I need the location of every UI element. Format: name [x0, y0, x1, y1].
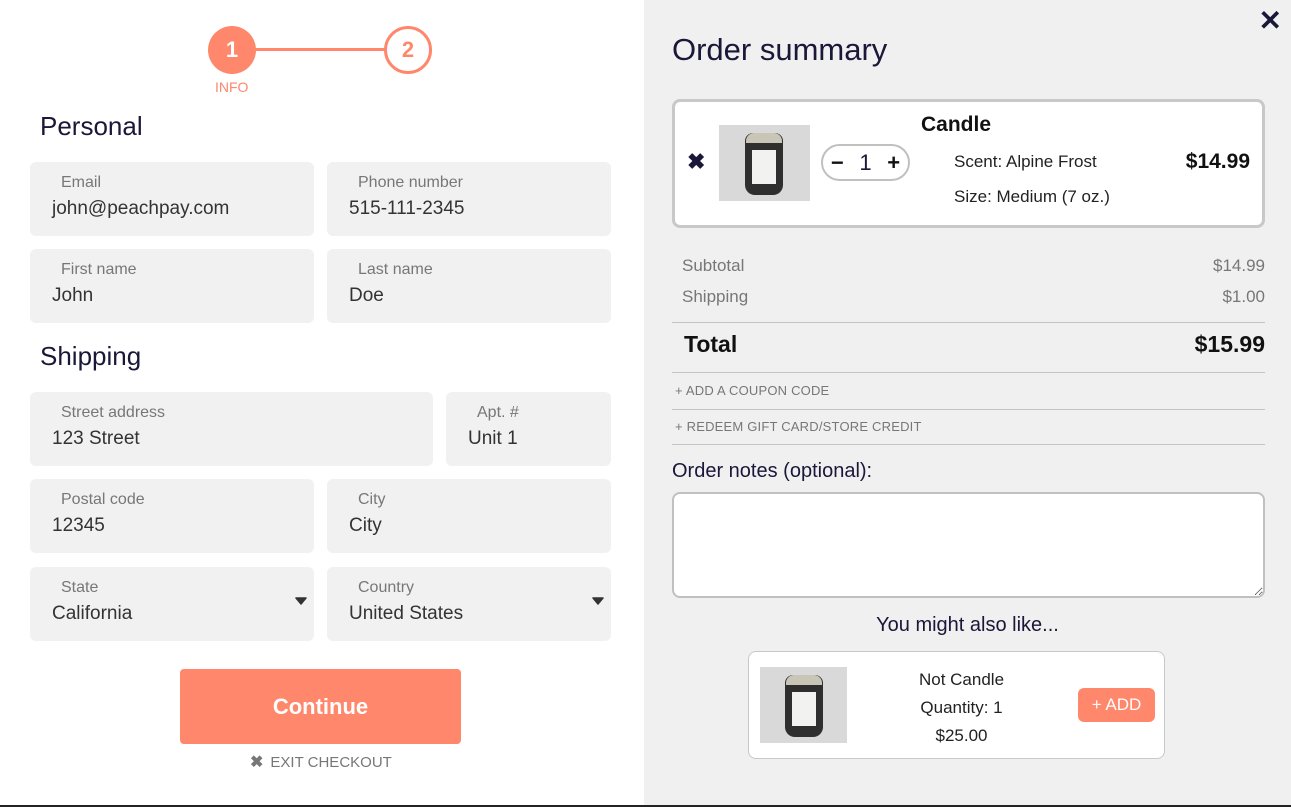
- order-notes-input[interactable]: [672, 492, 1265, 598]
- order-summary-title: Order summary: [672, 32, 888, 67]
- continue-button[interactable]: Continue: [180, 669, 461, 744]
- state-label: State: [61, 579, 99, 596]
- step-1-indicator[interactable]: 1: [208, 26, 256, 74]
- shipping-section-title: Shipping: [40, 341, 142, 371]
- exit-checkout-label: EXIT CHECKOUT: [270, 753, 392, 771]
- upsell-item: Not Candle Quantity: 1 $25.00 + ADD: [748, 651, 1165, 759]
- phone-value[interactable]: 515-111-2345: [349, 198, 465, 220]
- postal-code-value[interactable]: 12345: [52, 515, 105, 537]
- subtotal-row: Subtotal $14.99: [682, 256, 1265, 276]
- street-address-field[interactable]: Street address 123 Street: [30, 392, 433, 466]
- email-label: Email: [61, 174, 102, 191]
- item-size: Size: Medium (7 oz.): [954, 187, 1110, 206]
- total-value: $15.99: [1194, 331, 1265, 357]
- last-name-label: Last name: [358, 261, 433, 278]
- subtotal-label: Subtotal: [682, 256, 745, 275]
- upsell-price: $25.00: [935, 726, 988, 745]
- street-address-value[interactable]: 123 Street: [52, 428, 140, 450]
- phone-label: Phone number: [358, 174, 463, 191]
- shipping-row: Shipping $1.00: [682, 287, 1265, 307]
- country-select[interactable]: Country United States: [327, 567, 611, 641]
- email-field[interactable]: Email john@peachpay.com: [30, 162, 314, 236]
- caret-down-icon[interactable]: [592, 597, 604, 605]
- total-label: Total: [684, 331, 738, 357]
- quantity-value[interactable]: 1: [859, 150, 871, 176]
- close-icon: ✖: [250, 754, 264, 771]
- last-name-field[interactable]: Last name Doe: [327, 249, 611, 323]
- upsell-info: Not Candle Quantity: 1 $25.00: [889, 666, 1034, 750]
- postal-code-field[interactable]: Postal code 12345: [30, 479, 314, 553]
- add-coupon-link[interactable]: + ADD A COUPON CODE: [675, 383, 829, 398]
- candle-label-graphic: [792, 692, 816, 726]
- product-image: [719, 125, 810, 201]
- shipping-label: Shipping: [682, 287, 749, 306]
- email-value[interactable]: john@peachpay.com: [52, 198, 229, 220]
- country-value[interactable]: United States: [349, 603, 463, 625]
- close-icon[interactable]: ✕: [1259, 7, 1282, 35]
- divider: [672, 444, 1265, 445]
- item-price: $14.99: [1185, 150, 1250, 173]
- last-name-value[interactable]: Doe: [349, 285, 384, 307]
- subtotal-value: $14.99: [1213, 256, 1265, 275]
- upsell-quantity: Quantity: 1: [920, 698, 1003, 717]
- divider: [672, 372, 1265, 373]
- progress-stepper: 1 2 INFO: [208, 26, 433, 96]
- order-notes-label: Order notes (optional):: [672, 460, 873, 482]
- city-value[interactable]: City: [349, 515, 382, 537]
- redeem-gift-card-link[interactable]: + REDEEM GIFT CARD/STORE CREDIT: [675, 419, 922, 434]
- item-scent: Scent: Alpine Frost: [954, 152, 1097, 171]
- upsell-title: You might also like...: [876, 614, 1059, 636]
- first-name-field[interactable]: First name John: [30, 249, 314, 323]
- upsell-product-image: [760, 667, 847, 743]
- street-address-label: Street address: [61, 404, 166, 421]
- decrement-button[interactable]: −: [831, 150, 844, 176]
- apt-field[interactable]: Apt. # Unit 1: [446, 392, 611, 466]
- candle-wax-graphic: [786, 675, 822, 685]
- add-upsell-button[interactable]: + ADD: [1078, 688, 1155, 722]
- city-field[interactable]: City City: [327, 479, 611, 553]
- first-name-label: First name: [61, 261, 137, 278]
- total-row: Total $15.99: [684, 331, 1265, 358]
- phone-field[interactable]: Phone number 515-111-2345: [327, 162, 611, 236]
- exit-checkout-link[interactable]: ✖ EXIT CHECKOUT: [250, 752, 392, 772]
- quantity-stepper: − 1 +: [821, 144, 910, 181]
- step-2-number: 2: [401, 37, 415, 62]
- remove-item-icon[interactable]: ✖: [687, 149, 705, 175]
- order-summary-pane: ✕ Order summary ✖ − 1 + Candle Scent: Al…: [644, 0, 1291, 805]
- candle-label-graphic: [752, 150, 776, 184]
- item-name: Candle: [921, 113, 992, 136]
- apt-value[interactable]: Unit 1: [468, 428, 518, 450]
- shipping-value: $1.00: [1222, 287, 1265, 306]
- postal-code-label: Postal code: [61, 491, 145, 508]
- state-select[interactable]: State California: [30, 567, 314, 641]
- divider: [672, 322, 1265, 323]
- caret-down-icon[interactable]: [295, 597, 307, 605]
- step-1-number: 1: [225, 37, 239, 62]
- city-label: City: [358, 491, 386, 508]
- candle-wax-graphic: [746, 133, 782, 143]
- upsell-name: Not Candle: [918, 670, 1005, 689]
- divider: [672, 409, 1265, 410]
- state-value[interactable]: California: [52, 603, 132, 625]
- checkout-form-pane: 1 2 INFO Personal Email john@peachpay.co…: [0, 0, 644, 805]
- step-2-indicator[interactable]: 2: [384, 26, 432, 74]
- step-1-label: INFO: [215, 79, 249, 95]
- first-name-value[interactable]: John: [52, 285, 93, 307]
- stepper-connector: [254, 48, 388, 51]
- country-label: Country: [358, 579, 415, 596]
- apt-label: Apt. #: [477, 404, 519, 421]
- personal-section-title: Personal: [40, 111, 143, 141]
- cart-item: ✖ − 1 + Candle Scent: Alpine Frost Size:…: [672, 99, 1265, 228]
- increment-button[interactable]: +: [887, 150, 900, 176]
